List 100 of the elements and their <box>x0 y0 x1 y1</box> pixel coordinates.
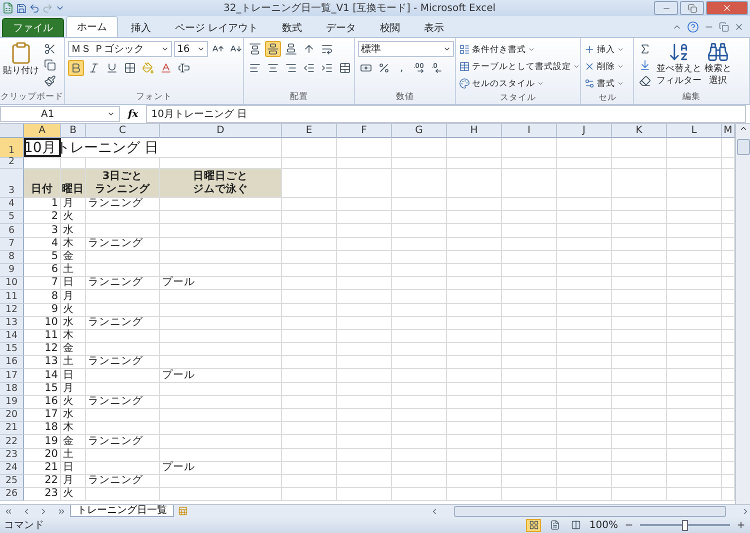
font-size-field[interactable]: 16 <box>174 41 208 57</box>
row-header[interactable]: 26 <box>0 488 24 502</box>
ribbon-tab[interactable]: 表示 <box>413 18 456 37</box>
row-header[interactable]: 11 <box>0 290 24 304</box>
empty-cell <box>557 158 612 169</box>
clear-button[interactable] <box>637 73 654 89</box>
ribbon-tab[interactable]: データ <box>315 18 368 37</box>
last-sheet-icon <box>56 506 66 516</box>
row-header[interactable]: 18 <box>0 382 24 396</box>
column-header[interactable]: K <box>612 124 667 138</box>
row-header[interactable]: 21 <box>0 422 24 436</box>
header-cell: 日付 <box>24 169 61 198</box>
row-header[interactable]: 15 <box>0 343 24 356</box>
comma-button[interactable]: , <box>394 60 410 76</box>
vertical-align-button[interactable] <box>265 41 282 57</box>
formula-field[interactable]: 10月トレーニング 日 <box>146 105 746 123</box>
eraser-icon <box>639 75 652 87</box>
find-select-button[interactable]: 検索と 選択 <box>704 41 732 91</box>
number-format-field[interactable]: 標準 <box>358 41 454 57</box>
row-header[interactable]: 7 <box>0 238 24 251</box>
row-header[interactable]: 22 <box>0 435 24 449</box>
row-header[interactable]: 9 <box>0 264 24 278</box>
column-header[interactable]: D <box>160 124 282 138</box>
row-header[interactable]: 13 <box>0 316 24 330</box>
empty-cell <box>337 343 392 356</box>
empty-cell <box>612 238 667 251</box>
normal-view-button[interactable] <box>526 518 542 532</box>
copy-button[interactable] <box>42 57 58 73</box>
empty-cell <box>447 330 502 344</box>
save-button[interactable] <box>16 2 27 14</box>
column-header[interactable]: I <box>502 124 557 138</box>
column-header[interactable]: L <box>667 124 722 138</box>
font-name-field[interactable]: ＭＳ Ｐゴシック <box>68 41 172 57</box>
ribbon-tab[interactable]: 校閲 <box>369 18 412 37</box>
cells-menu-button[interactable]: 削除 <box>584 58 624 75</box>
bold-button[interactable] <box>68 60 84 76</box>
undo-button[interactable] <box>29 2 40 14</box>
row-header[interactable]: 25 <box>0 474 24 488</box>
vertical-scrollbar[interactable] <box>735 124 750 504</box>
column-header[interactable]: F <box>337 124 392 138</box>
cells-menu-button[interactable]: 書式 <box>584 75 624 92</box>
column-header[interactable]: J <box>557 124 612 138</box>
row-header[interactable]: 10 <box>0 277 24 290</box>
sort-filter-button[interactable]: 並べ替えと フィルター <box>656 41 702 91</box>
style-menu-button[interactable]: セルのスタイル <box>459 75 580 92</box>
empty-cell <box>612 316 667 330</box>
ribbon-tab[interactable]: ホーム <box>66 16 118 37</box>
empty-cell <box>667 382 722 396</box>
empty-cell <box>612 330 667 344</box>
paste-button[interactable]: 貼り付け <box>3 41 39 91</box>
column-header[interactable]: H <box>447 124 502 138</box>
empty-cell <box>447 488 502 502</box>
ribbon-tab[interactable]: 数式 <box>271 18 314 37</box>
empty-cell <box>337 158 392 169</box>
row-header[interactable]: 16 <box>0 356 24 370</box>
fill-color-button[interactable] <box>140 60 156 76</box>
column-header[interactable]: A <box>24 124 61 138</box>
slider-thumb[interactable] <box>682 520 688 530</box>
ribbon-tab[interactable]: ファイル <box>2 18 64 37</box>
empty-cell <box>667 356 722 370</box>
undo-icon <box>29 2 40 14</box>
style-menu-button[interactable]: 条件付き書式 <box>459 41 580 58</box>
vertical-align-button[interactable] <box>247 41 264 57</box>
column-header[interactable]: G <box>392 124 447 138</box>
empty-cell <box>667 330 722 344</box>
style-menu-button[interactable]: テーブルとして書式設定 <box>459 58 580 75</box>
ribbon-tab[interactable]: 挿入 <box>120 18 162 37</box>
row-header[interactable]: 5 <box>0 211 24 224</box>
row-header[interactable]: 14 <box>0 330 24 344</box>
table-cell: 6 <box>24 264 61 278</box>
name-box[interactable]: A1 <box>0 106 120 122</box>
scroll-thumb[interactable] <box>736 139 750 155</box>
empty-cell <box>337 316 392 330</box>
format-painter-button[interactable] <box>42 73 58 89</box>
row-header[interactable]: 17 <box>0 369 24 383</box>
empty-cell <box>447 462 502 475</box>
row-header[interactable]: 8 <box>0 250 24 264</box>
insert-function-button[interactable]: fx <box>124 108 142 120</box>
cells-menu-button[interactable]: 挿入 <box>584 41 624 58</box>
column-header[interactable]: M <box>722 124 735 138</box>
table-cell: 日 <box>61 462 86 475</box>
row-header[interactable]: 20 <box>0 409 24 422</box>
empty-cell <box>337 330 392 344</box>
row-header[interactable]: 19 <box>0 396 24 409</box>
row-header[interactable]: 3 <box>0 169 24 198</box>
column-header[interactable]: E <box>282 124 337 138</box>
restore-button[interactable] <box>680 1 704 15</box>
sheet-tab[interactable]: トレーニング日一覧 <box>70 505 174 517</box>
row-header[interactable]: 1 <box>0 138 24 158</box>
ribbon-tab[interactable]: ページ レイアウト <box>164 18 270 37</box>
row-header[interactable]: 4 <box>0 198 24 212</box>
row-header[interactable]: 24 <box>0 462 24 475</box>
row-header[interactable]: 2 <box>0 158 24 169</box>
table-cell: 15 <box>24 382 61 396</box>
row-header[interactable]: 6 <box>0 224 24 238</box>
column-header[interactable]: B <box>61 124 86 138</box>
vertical-align-button[interactable] <box>283 41 300 57</box>
column-header[interactable]: C <box>86 124 160 138</box>
row-header[interactable]: 23 <box>0 448 24 462</box>
row-header[interactable]: 12 <box>0 304 24 317</box>
